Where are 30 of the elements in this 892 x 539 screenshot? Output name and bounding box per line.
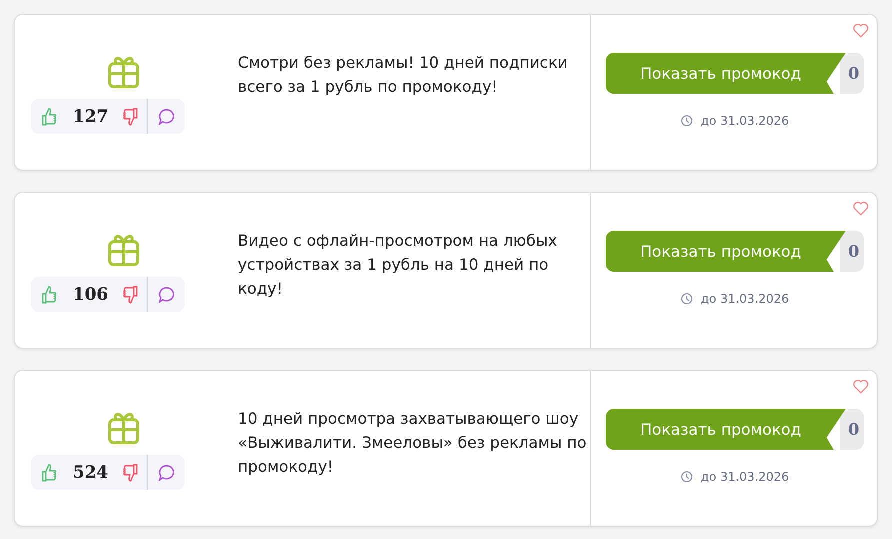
thumbs-up-icon[interactable] — [41, 106, 57, 126]
expiry-date: до 31.03.2026 — [701, 470, 790, 484]
rating-count: 524 — [73, 462, 108, 482]
thumbs-down-icon[interactable] — [122, 106, 138, 126]
usage-count: 0 — [840, 53, 864, 94]
clock-icon — [681, 471, 693, 483]
heart-icon[interactable] — [853, 379, 869, 394]
clock-icon — [681, 115, 693, 127]
comment-icon[interactable] — [158, 464, 176, 482]
comment-icon[interactable] — [158, 286, 176, 304]
rating-count: 106 — [73, 284, 108, 304]
thumbs-down-icon[interactable] — [122, 284, 138, 304]
expiry-date: до 31.03.2026 — [701, 292, 790, 306]
heart-icon[interactable] — [853, 201, 869, 216]
show-promo-button[interactable]: Показать промокод — [606, 409, 846, 450]
offer-description: Видео с офлайн-просмотром на любых устройствах за 1 рубль на 10 дней по коду! — [237, 231, 558, 300]
thumbs-down-icon[interactable] — [122, 462, 138, 482]
rating-count: 127 — [73, 106, 108, 126]
comment-icon[interactable] — [158, 108, 176, 126]
thumbs-up-icon[interactable] — [41, 284, 57, 304]
show-promo-button[interactable]: Показать промокод — [606, 231, 846, 272]
clock-icon — [681, 293, 693, 305]
offer-description: 10 дней просмотра захватывающего шоу «Выживалити. Змееловы» без рекламы по промокоду! — [237, 409, 588, 478]
usage-count: 0 — [840, 409, 864, 450]
usage-count: 0 — [840, 231, 864, 272]
expiry-date: до 31.03.2026 — [701, 114, 790, 128]
show-promo-button[interactable]: Показать промокод — [606, 53, 846, 94]
offer-description: Смотри без рекламы! 10 дней подписки всего за 1 рубль по промокоду! — [237, 53, 569, 98]
heart-icon[interactable] — [853, 23, 869, 38]
thumbs-up-icon[interactable] — [41, 462, 57, 482]
